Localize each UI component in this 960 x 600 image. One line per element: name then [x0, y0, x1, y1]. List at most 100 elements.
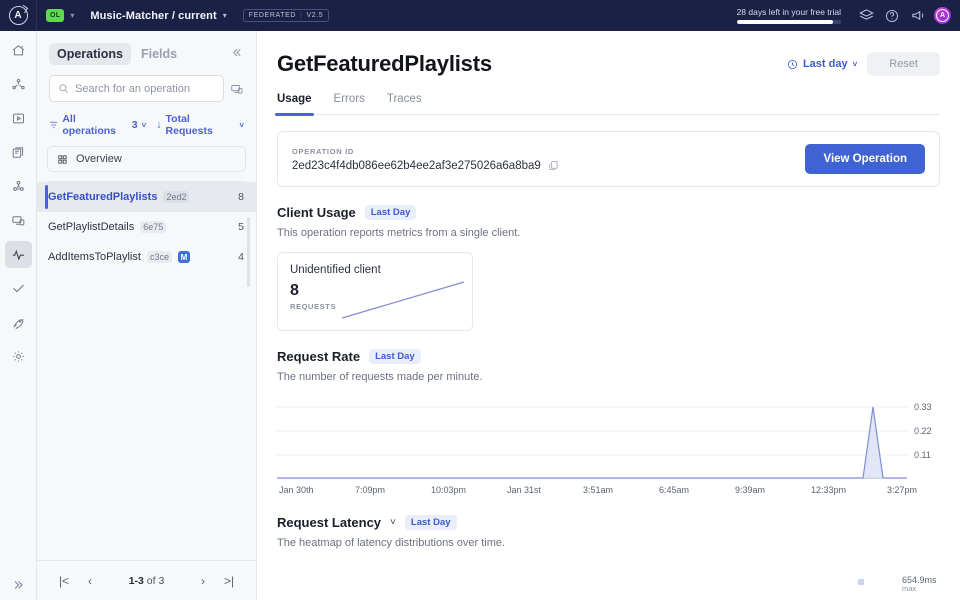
overview-label: Overview — [76, 153, 122, 165]
sort-chevron-down-icon[interactable]: ˅ — [239, 121, 244, 130]
search-icon — [58, 83, 69, 94]
reset-button[interactable]: Reset — [867, 52, 940, 76]
tab-traces[interactable]: Traces — [387, 93, 422, 114]
page-title: GetFeaturedPlaylists — [277, 51, 492, 77]
avatar-initial: A — [936, 9, 949, 22]
sidebar-item-metrics[interactable] — [5, 241, 32, 268]
operation-name: AddItemsToPlaylist — [48, 251, 141, 263]
sidebar-item-explorer[interactable] — [5, 105, 32, 132]
request-latency-description: The heatmap of latency distributions ove… — [277, 537, 940, 549]
sidebar-item-clients[interactable] — [5, 207, 32, 234]
operation-hash: 6e75 — [140, 221, 166, 233]
badge-divider: | — [300, 12, 302, 19]
client-usage-title: Client Usage — [277, 205, 356, 220]
sidebar-item-launches[interactable] — [5, 309, 32, 336]
operation-hash: c3ce — [147, 251, 172, 263]
federated-badge: FEDERATED | V2.5 — [243, 9, 330, 22]
home-icon — [11, 43, 26, 58]
time-range-label: Last day — [803, 58, 848, 70]
sidebar-item-schema[interactable] — [5, 139, 32, 166]
request-rate-title: Request Rate — [277, 349, 360, 364]
y-tick-label: 0.22 — [914, 426, 932, 436]
sidebar-item-graph[interactable] — [5, 71, 32, 98]
clock-icon — [787, 59, 798, 70]
sidebar-item-settings[interactable] — [5, 343, 32, 370]
apollo-logo-button[interactable]: A — [0, 0, 37, 31]
user-avatar[interactable]: A — [934, 7, 951, 24]
metrics-pulse-icon — [11, 247, 26, 262]
time-range-chevron-down-icon: ˅ — [853, 60, 858, 69]
operations-panel: Operations Fields — [37, 31, 257, 600]
client-name: Unidentified client — [290, 264, 460, 276]
graph-title-chevron-down-icon[interactable]: ▾ — [223, 11, 227, 20]
x-tick-label: 7:09pm — [355, 485, 431, 495]
y-tick-label: 0.11 — [914, 450, 931, 460]
free-trial-indicator[interactable]: 28 days left in your free trial — [737, 7, 841, 24]
primary-nav-rail — [0, 31, 37, 600]
x-tick-label: Jan 30th — [279, 485, 355, 495]
checks-icon — [11, 281, 26, 296]
subgraphs-icon — [11, 179, 26, 194]
collapse-panel-button[interactable] — [231, 46, 244, 62]
sidebar-item-subgraphs[interactable] — [5, 173, 32, 200]
client-usage-card[interactable]: Unidentified client 8 REQUESTS — [277, 252, 473, 331]
request-latency-header: Request Latency ˅ Last Day — [277, 515, 940, 530]
sort-control[interactable]: ↓ Total Requests ˅ — [156, 113, 244, 137]
last-page-button[interactable]: >| — [216, 568, 242, 594]
operations-filter-row: All operations 3 ˅ ↓ Total Requests ˅ — [37, 102, 256, 137]
client-usage-description: This operation reports metrics from a si… — [277, 227, 940, 239]
graph-title[interactable]: Music-Matcher / current — [90, 10, 216, 22]
first-page-button[interactable]: |< — [51, 568, 77, 594]
operations-list-scrollbar[interactable] — [247, 217, 250, 287]
operation-id-value: 2ed23c4f4db086ee62b4ee2af3e275026a6a8ba9 — [292, 160, 541, 172]
copy-icon[interactable] — [548, 160, 559, 171]
x-tick-label: 10:03pm — [431, 485, 507, 495]
main-content: GetFeaturedPlaylists Last day ˅ Reset Us… — [257, 31, 960, 600]
expand-rail-button[interactable] — [0, 578, 36, 592]
megaphone-icon[interactable] — [905, 3, 931, 29]
tab-fields[interactable]: Fields — [133, 43, 185, 65]
pagination-range: 1-3 — [129, 575, 144, 587]
copy-link-icon[interactable] — [230, 82, 244, 96]
operation-id-card: OPERATION ID 2ed23c4f4db086ee62b4ee2af3e… — [277, 131, 940, 187]
search-input-container[interactable] — [49, 75, 224, 102]
heatmap-cell — [858, 579, 864, 585]
overview-item[interactable]: Overview — [47, 146, 246, 172]
prev-page-button[interactable]: ‹ — [77, 568, 103, 594]
play-box-icon — [11, 111, 26, 126]
operation-count: 8 — [238, 191, 244, 203]
main-header: GetFeaturedPlaylists Last day ˅ Reset — [277, 31, 940, 77]
heatmap-max-label: max — [902, 585, 937, 594]
next-page-button[interactable]: › — [190, 568, 216, 594]
operation-count: 4 — [238, 251, 244, 263]
app-body: Operations Fields — [0, 31, 960, 600]
help-circle-icon[interactable] — [879, 3, 905, 29]
filter-chevron-down-icon[interactable]: ˅ — [142, 121, 147, 130]
tab-errors[interactable]: Errors — [334, 93, 365, 114]
all-operations-filter[interactable]: All operations 3 ˅ — [49, 113, 146, 137]
graph-badge-chevron-down-icon[interactable]: ▾ — [70, 11, 74, 20]
free-trial-progress — [737, 20, 841, 24]
request-latency-chevron-down-icon[interactable]: ˅ — [390, 517, 396, 528]
list-item[interactable]: GetPlaylistDetails 6e75 5 — [37, 212, 256, 242]
pagination-total: of 3 — [147, 575, 165, 587]
apollo-logo-icon: A — [9, 6, 28, 25]
view-operation-button[interactable]: View Operation — [805, 144, 925, 174]
graph-badge[interactable]: OL — [46, 9, 64, 22]
chevron-double-right-icon — [11, 578, 25, 592]
x-tick-label: Jan 31st — [507, 485, 583, 495]
client-usage-pill: Last Day — [365, 205, 417, 220]
sidebar-item-checks[interactable] — [5, 275, 32, 302]
chevron-double-left-icon — [231, 46, 244, 59]
layers-icon[interactable] — [853, 3, 879, 29]
tab-operations[interactable]: Operations — [49, 43, 131, 65]
list-item[interactable]: AddItemsToPlaylist c3ce M 4 — [37, 242, 256, 272]
header-controls: Last day ˅ Reset — [787, 52, 940, 76]
x-tick-label: 12:33pm — [811, 485, 887, 495]
list-item[interactable]: GetFeaturedPlaylists 2ed2 8 — [37, 182, 256, 212]
filter-count: 3 — [132, 119, 138, 131]
tab-usage[interactable]: Usage — [277, 93, 312, 114]
sidebar-item-home[interactable] — [5, 37, 32, 64]
search-input[interactable] — [75, 83, 215, 95]
time-range-selector[interactable]: Last day ˅ — [787, 58, 857, 70]
